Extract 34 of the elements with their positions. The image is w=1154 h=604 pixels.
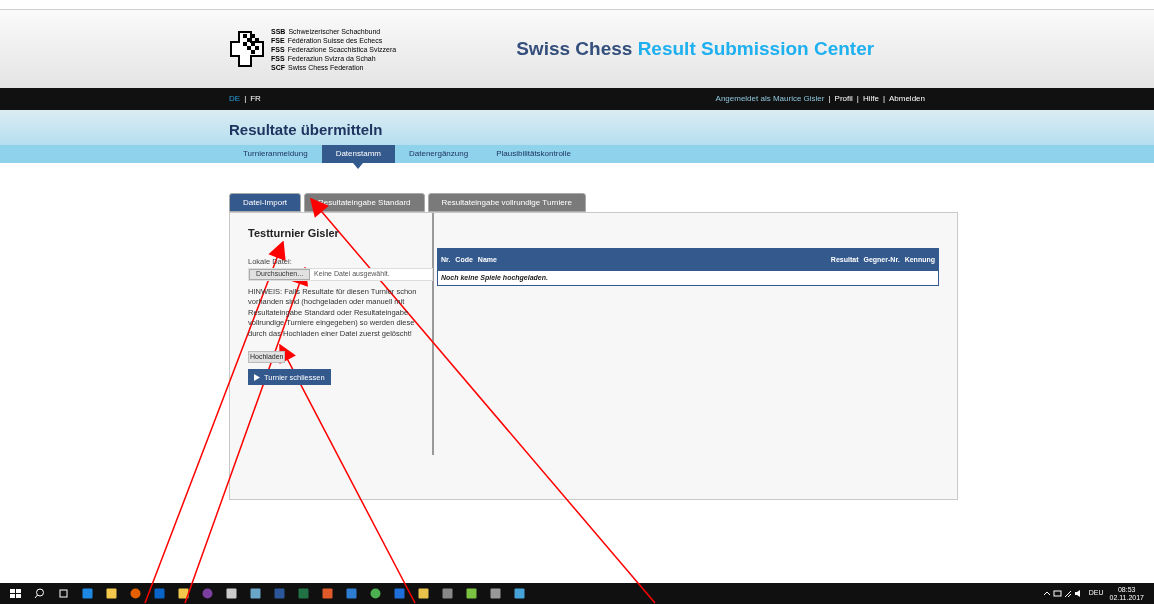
app-icon[interactable] [490, 588, 501, 599]
language-link[interactable]: FR [250, 93, 261, 105]
login-status: Angemeldet als Maurice Gisler [715, 93, 825, 105]
chess-cross-logo-icon [229, 30, 267, 68]
nav-link[interactable]: Profil [834, 93, 853, 105]
pointer-icon [353, 163, 364, 169]
tab[interactable]: Datei-Import [229, 193, 301, 212]
search-icon[interactable] [34, 588, 45, 599]
separator: | [882, 93, 885, 105]
tab[interactable]: Resultateingabe vollrundige Turniere [427, 193, 586, 212]
separator: | [856, 93, 859, 105]
windows-icon[interactable] [10, 588, 21, 599]
app-icon[interactable] [250, 588, 261, 599]
tournament-title: Testturnier Gisler [248, 226, 339, 241]
app-icon[interactable] [466, 588, 477, 599]
separator: | [244, 93, 247, 105]
play-icon [254, 373, 260, 381]
site-title: Swiss Chess Result Submission Center [516, 36, 875, 61]
app-icon[interactable] [346, 588, 357, 599]
page-title: Resultate übermitteln [229, 119, 383, 140]
separator: | [828, 93, 831, 105]
language-link[interactable]: DE [229, 93, 241, 105]
step-tab[interactable]: Datenergänzung [395, 145, 483, 163]
app-icon[interactable] [322, 588, 333, 599]
app-icon[interactable] [394, 588, 405, 599]
step-tab[interactable]: Plausibilitätskontrolle [482, 145, 585, 163]
app-icon[interactable] [514, 588, 525, 599]
app-icon[interactable] [442, 588, 453, 599]
nav-link[interactable]: Hilfe [862, 93, 879, 105]
tab[interactable]: Resultateingabe Standard [304, 193, 425, 212]
tray-icon[interactable] [1042, 589, 1083, 598]
step-tab[interactable]: Turnieranmeldung [229, 145, 322, 163]
nav-link[interactable]: Abmelden [888, 93, 925, 105]
task-view-icon[interactable] [58, 588, 69, 599]
